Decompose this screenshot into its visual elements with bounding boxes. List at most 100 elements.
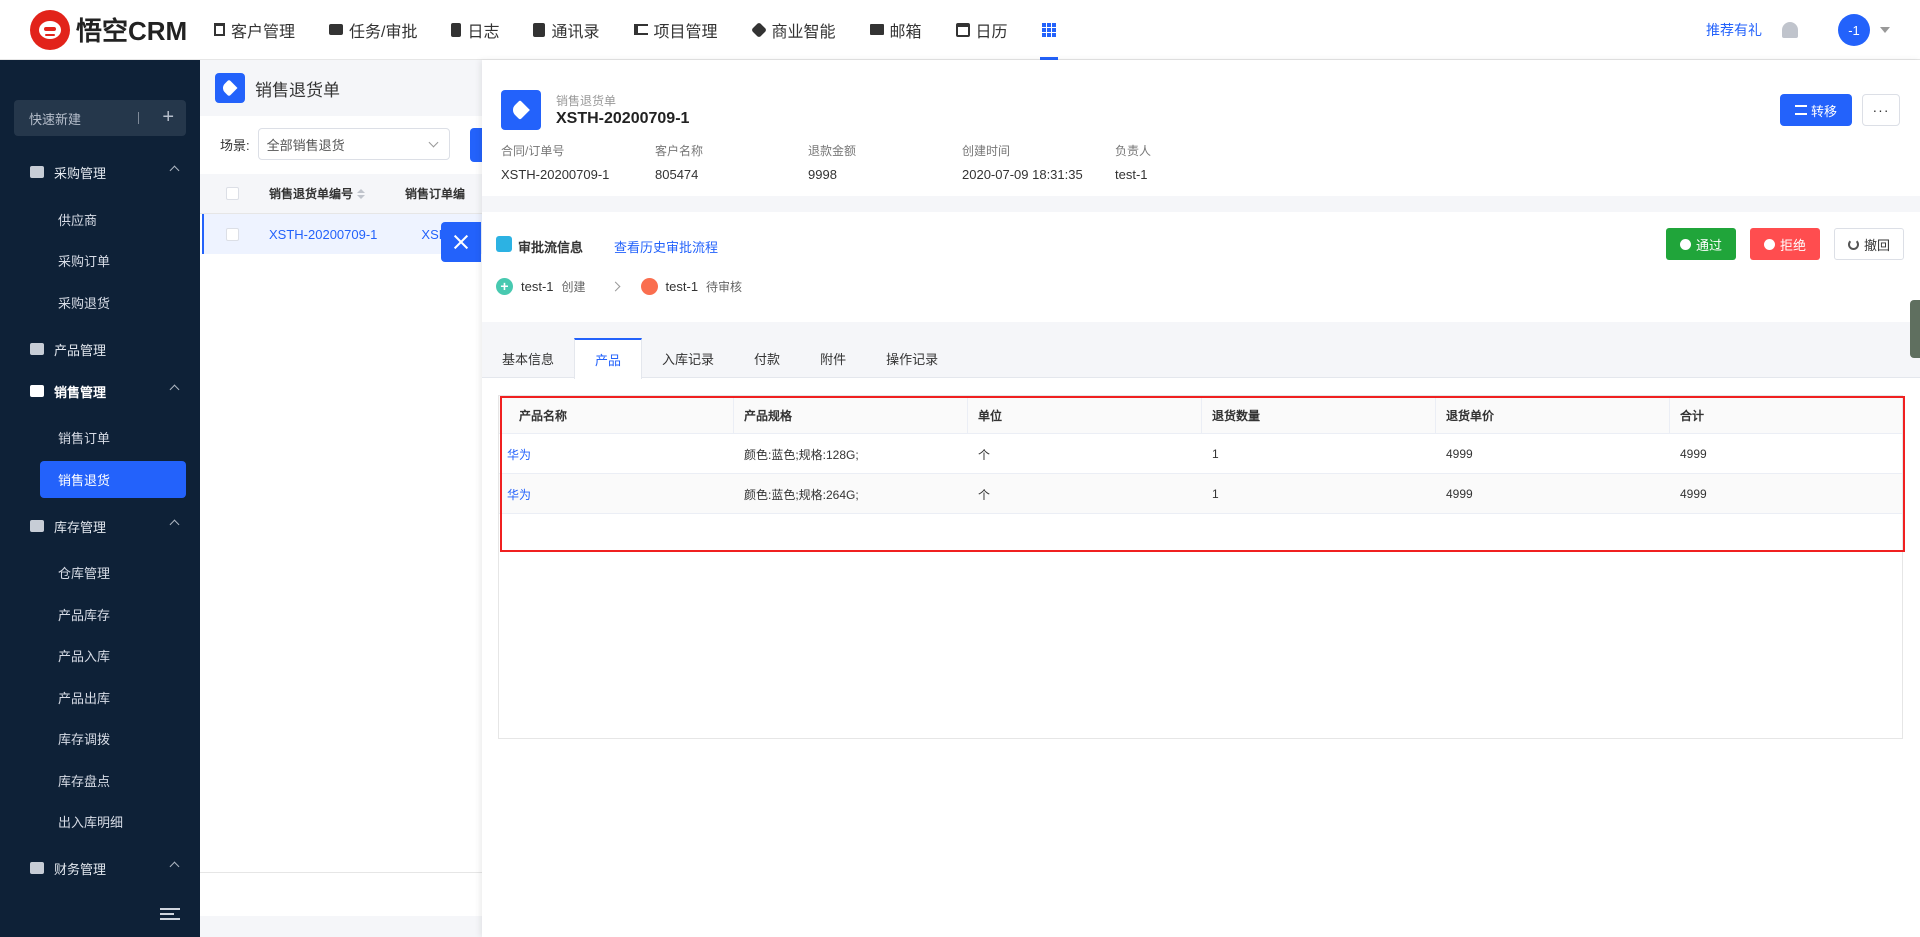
sidebar-item-stocktake[interactable]: 库存盘点	[40, 762, 186, 799]
table-row: 华为 颜色:蓝色;规格:128G; 个 1 4999 4999	[499, 434, 1902, 474]
tab-stock-in-records[interactable]: 入库记录	[642, 338, 734, 378]
sidebar-group-product[interactable]: 产品管理	[0, 334, 200, 364]
approve-button[interactable]: 通过	[1666, 228, 1736, 260]
sidebar-item-label: 仓库管理	[58, 566, 111, 581]
chevron-down-icon[interactable]	[1880, 27, 1890, 33]
nav-item-calendar[interactable]: 日历	[955, 0, 1008, 60]
product-name-link[interactable]: 华为	[499, 474, 734, 514]
sidebar: 快速新建 + 采购管理 供应商 采购订单 采购退货 产品管理 销售管理 销售订单…	[0, 60, 200, 937]
sidebar-group-purchase[interactable]: 采购管理	[0, 157, 200, 187]
quick-new-button[interactable]: 快速新建 +	[14, 100, 186, 136]
field-refund-amount: 退款金额 9998	[808, 142, 856, 182]
revoke-button[interactable]: 撤回	[1834, 228, 1904, 260]
tab-label: 基本信息	[502, 351, 555, 367]
sidebar-item-sales-return[interactable]: 销售退货	[40, 461, 186, 498]
sidebar-item-warehouse[interactable]: 仓库管理	[40, 554, 186, 591]
transfer-label: 转移	[1810, 103, 1837, 119]
nav-items: 客户管理 任务/审批 日志 通讯录 项目管理 商业智能 邮箱 日历	[214, 0, 1090, 60]
column-label: 单位	[978, 408, 1003, 423]
cell-text: 颜色:蓝色;规格:128G;	[744, 447, 859, 462]
bell-icon[interactable]	[1782, 22, 1798, 38]
sidebar-item-stock-in[interactable]: 产品入库	[40, 637, 186, 674]
field-value: 2020-07-09 18:31:35	[962, 167, 1083, 182]
sidebar-item-purchase-return[interactable]: 采购退货	[40, 284, 186, 321]
sidebar-item-stock-out[interactable]: 产品出库	[40, 679, 186, 716]
approval-flow: + test-1 创建 test-1 待审核	[496, 278, 742, 295]
building-icon	[214, 23, 225, 36]
chevron-up-icon	[169, 861, 180, 872]
list-header: 销售退货单	[200, 60, 482, 116]
row-checkbox[interactable]	[226, 227, 239, 241]
recommend-link[interactable]: 推荐有礼	[1706, 20, 1762, 40]
nav-item-projects[interactable]: 项目管理	[633, 0, 718, 60]
cell-text: 4999	[1680, 487, 1707, 501]
sidebar-item-product-stock[interactable]: 产品库存	[40, 596, 186, 633]
field-value: 805474	[655, 167, 699, 182]
nav-apps[interactable]	[1039, 0, 1058, 60]
nav-item-label: 日志	[467, 23, 500, 41]
close-circle-icon	[1763, 238, 1775, 250]
scene-select[interactable]: 全部销售退货	[257, 128, 450, 160]
sidebar-item-label: 采购订单	[58, 254, 111, 269]
col-total: 合计	[1670, 396, 1902, 434]
sidebar-item-label: 库存调拨	[58, 732, 111, 747]
field-value: XSTH-20200709-1	[501, 167, 610, 182]
avatar[interactable]: -1	[1838, 14, 1870, 46]
tab-payment[interactable]: 付款	[734, 338, 800, 378]
nav-item-contacts[interactable]: 通讯录	[533, 0, 600, 60]
scene-filter: 场景: 全部销售退货	[220, 128, 450, 160]
sidebar-item-label: 销售订单	[58, 431, 111, 446]
tab-attachments[interactable]: 附件	[800, 338, 866, 378]
nav-item-log[interactable]: 日志	[451, 0, 499, 60]
tab-products[interactable]: 产品	[574, 338, 643, 379]
grid-icon	[1041, 22, 1056, 37]
select-all-checkbox[interactable]	[226, 187, 239, 200]
field-owner: 负责人 test-1	[1115, 142, 1151, 182]
nav-item-label: 邮箱	[889, 23, 922, 41]
scroll-handle[interactable]	[1910, 300, 1920, 358]
row-number-link[interactable]: XSTH-20200709-1	[269, 227, 377, 242]
check-circle-icon	[1679, 238, 1691, 250]
nav-item-customer[interactable]: 客户管理	[214, 0, 295, 60]
sidebar-item-inout-detail[interactable]: 出入库明细	[40, 803, 186, 840]
tab-label: 入库记录	[662, 351, 715, 367]
list-row[interactable]: XSTH-20200709-1 XSD	[202, 214, 482, 254]
scene-label: 场景:	[220, 137, 250, 153]
approval-history-link[interactable]: 查看历史审批流程	[614, 237, 718, 256]
sidebar-item-stock-transfer[interactable]: 库存调拨	[40, 720, 186, 757]
sidebar-item-label: 产品入库	[58, 649, 111, 664]
nav-item-bi[interactable]: 商业智能	[750, 0, 836, 60]
close-icon[interactable]	[441, 222, 481, 262]
transfer-button[interactable]: 转移	[1780, 94, 1852, 126]
reject-button[interactable]: 拒绝	[1750, 228, 1820, 260]
tab-operation-log[interactable]: 操作记录	[866, 338, 958, 378]
product-name-link[interactable]: 华为	[499, 434, 734, 474]
more-button[interactable]: ···	[1862, 94, 1900, 126]
flow-step-status: 创建	[561, 280, 586, 294]
list-title: 销售退货单	[255, 80, 340, 100]
sidebar-group-sales[interactable]: 销售管理	[0, 376, 200, 406]
table-cell: 4999	[1436, 434, 1670, 474]
nav-item-mail[interactable]: 邮箱	[869, 0, 922, 60]
tag-icon	[30, 385, 44, 397]
column-label: 销售退货单编号	[269, 187, 354, 201]
sort-icon[interactable]	[357, 188, 366, 199]
collapse-menu-icon[interactable]	[160, 908, 180, 922]
list-action-button[interactable]	[470, 128, 482, 162]
plus-icon[interactable]: +	[162, 106, 174, 128]
logo[interactable]: 悟空CRM	[30, 9, 214, 50]
field-value: 9998	[808, 167, 837, 182]
sidebar-group-finance[interactable]: 财务管理	[0, 853, 200, 883]
nav-item-tasks[interactable]: 任务/审批	[329, 0, 417, 60]
reject-label: 拒绝	[1779, 237, 1806, 253]
tab-bar: 基本信息 产品 入库记录 付款 附件 操作记录	[482, 338, 1920, 379]
sidebar-item-supplier[interactable]: 供应商	[40, 201, 186, 238]
sidebar-item-sales-order[interactable]: 销售订单	[40, 419, 186, 456]
sidebar-group-inventory[interactable]: 库存管理	[0, 511, 200, 541]
sidebar-item-purchase-order[interactable]: 采购订单	[40, 242, 186, 279]
tab-basic-info[interactable]: 基本信息	[482, 338, 574, 378]
transfer-icon	[1794, 105, 1807, 115]
table-cell: 个	[968, 474, 1202, 514]
list-table-header: 销售退货单编号 销售订单编	[200, 174, 482, 214]
list-col-number[interactable]: 销售退货单编号	[269, 185, 366, 202]
